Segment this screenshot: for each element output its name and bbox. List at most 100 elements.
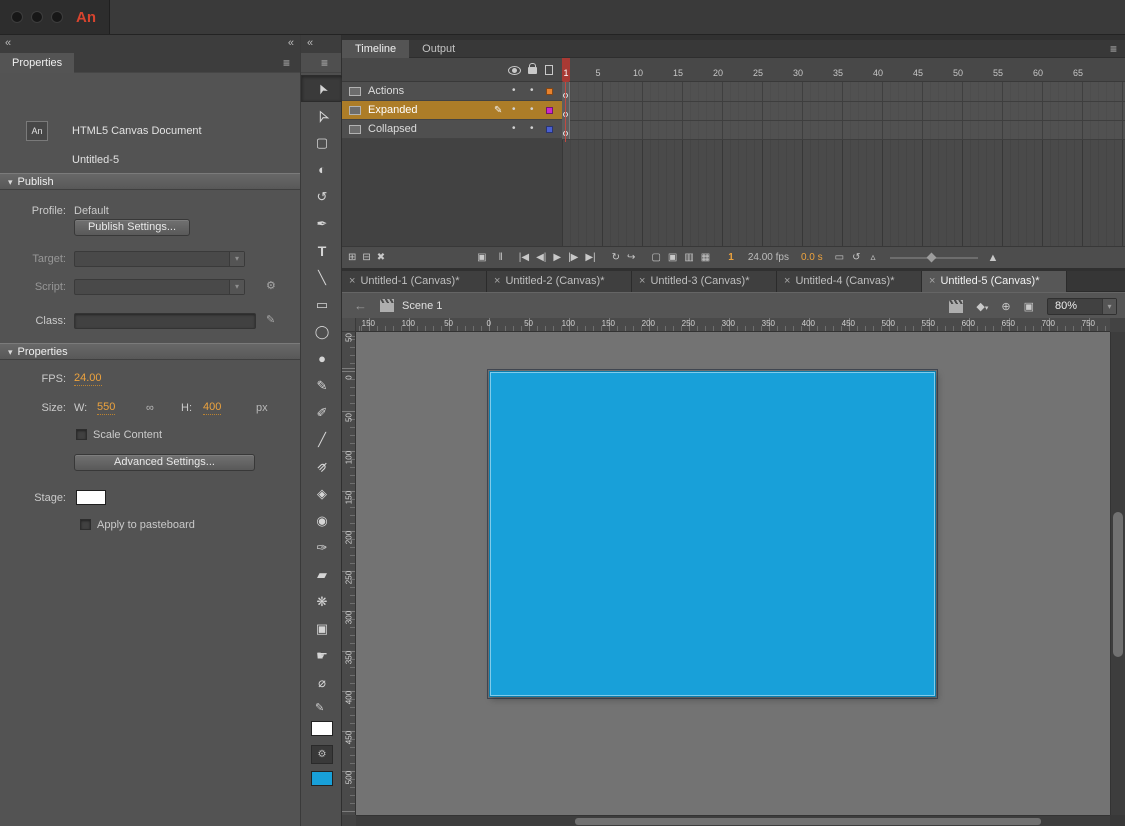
advanced-settings-button[interactable]: Advanced Settings... <box>74 454 255 471</box>
large-frame-size-icon[interactable]: ▲ <box>988 252 999 264</box>
rotation-3d-tool[interactable]: ◐ <box>301 156 343 183</box>
timeline-frame-grid[interactable] <box>562 82 1125 246</box>
vertical-scrollbar-thumb[interactable] <box>1113 512 1123 657</box>
document-tab[interactable]: ×Untitled-1 (Canvas)* <box>342 271 487 292</box>
outline-column-icon[interactable] <box>545 65 553 75</box>
empty-keyframe-cell[interactable] <box>562 82 570 101</box>
reset-timer-icon[interactable]: ↺ <box>852 252 860 263</box>
tab-timeline[interactable]: Timeline <box>342 40 409 58</box>
close-tab-icon[interactable]: × <box>784 275 790 287</box>
new-layer-icon[interactable]: ⊞ <box>348 252 356 263</box>
modify-markers-icon[interactable]: ▦ <box>701 252 710 263</box>
insert-pause-icon[interactable]: ‖ <box>499 252 503 263</box>
eraser-tool[interactable]: ▰ <box>301 561 343 588</box>
panel-menu-icon[interactable]: ≡ <box>321 56 328 70</box>
delete-layer-icon[interactable]: ✖ <box>377 252 385 263</box>
script-settings-wrench-icon[interactable]: ⚙ <box>266 279 276 292</box>
zoom-tool[interactable]: ⌀ <box>301 669 343 696</box>
collapse-panel-icon[interactable]: « <box>288 37 294 49</box>
oval-primitive-tool[interactable]: ● <box>301 345 343 372</box>
layer-lock-dot[interactable]: • <box>530 120 534 137</box>
time-display-icon[interactable]: ▭ <box>835 252 844 263</box>
edit-class-pencil-icon[interactable]: ✎ <box>266 313 275 326</box>
paint-bucket-tool[interactable]: ◈ <box>301 480 343 507</box>
close-window-button[interactable] <box>11 11 23 23</box>
zoom-window-button[interactable] <box>51 11 63 23</box>
edit-symbols-icon[interactable]: ◆▾ <box>976 300 988 313</box>
back-arrow-icon[interactable]: ← <box>354 298 367 313</box>
selection-tool[interactable]: ➤ <box>301 75 343 102</box>
zoom-level-select[interactable]: 80% ▾ <box>1047 298 1117 315</box>
document-tab[interactable]: ×Untitled-3 (Canvas)* <box>632 271 777 292</box>
lock-icon[interactable] <box>528 64 537 74</box>
empty-keyframe-cell[interactable] <box>562 101 570 120</box>
stroke-color-swatch[interactable] <box>311 721 333 736</box>
timeline-frame-header[interactable]: 15101520253035404550556065 <box>562 58 1125 82</box>
camera-tool[interactable]: ▣ <box>301 615 343 642</box>
height-value[interactable]: 400 <box>203 400 221 415</box>
edit-multiple-frames-icon[interactable]: ▥ <box>684 252 693 263</box>
properties-section-header[interactable]: ▾Properties <box>0 343 300 360</box>
eye-icon[interactable] <box>508 66 521 75</box>
layer-row-actions[interactable]: Actions•• <box>342 82 562 101</box>
onion-skin-outlines-icon[interactable]: ▣ <box>668 252 677 263</box>
center-stage-icon[interactable]: ⊕ <box>1001 300 1010 313</box>
subselection-tool[interactable]: ➤ <box>301 102 343 129</box>
edit-scene-icon[interactable] <box>949 304 963 313</box>
line-tool[interactable]: ╲ <box>301 264 343 291</box>
stage-color-swatch[interactable] <box>76 490 106 505</box>
collapse-panel-icon[interactable]: « <box>307 37 313 49</box>
panel-menu-icon[interactable]: ≡ <box>1110 42 1117 56</box>
go-first-frame-icon[interactable]: |◀ <box>519 252 529 263</box>
apply-to-pasteboard-checkbox[interactable] <box>80 519 91 530</box>
go-last-frame-icon[interactable]: ▶| <box>585 252 595 263</box>
color-options-button[interactable]: ⚙ <box>311 745 333 764</box>
empty-keyframe-cell[interactable] <box>562 120 570 139</box>
layer-outline-color-chip[interactable] <box>546 107 553 114</box>
free-transform-tool[interactable]: ▢ <box>301 129 343 156</box>
timeline-zoom-slider[interactable] <box>890 257 978 259</box>
close-tab-icon[interactable]: × <box>349 275 355 287</box>
close-tab-icon[interactable]: × <box>929 275 935 287</box>
eyedropper-tool[interactable]: ✑ <box>301 534 343 561</box>
camera-icon[interactable]: ▣ <box>477 252 486 263</box>
scene-name[interactable]: Scene 1 <box>402 293 442 319</box>
fps-value[interactable]: 24.00 <box>74 371 102 386</box>
document-tab[interactable]: ×Untitled-4 (Canvas)* <box>777 271 922 292</box>
timeline-zoom-thumb[interactable] <box>926 252 936 262</box>
layer-lock-dot[interactable]: • <box>530 82 534 99</box>
loop-icon[interactable]: ↻ <box>612 252 620 263</box>
layer-row-expanded[interactable]: Expanded✎•• <box>342 101 562 120</box>
horizontal-scrollbar-thumb[interactable] <box>575 818 1041 825</box>
tab-output[interactable]: Output <box>409 40 468 58</box>
layer-visibility-dot[interactable]: • <box>512 120 516 137</box>
stage[interactable] <box>489 371 936 697</box>
layer-row-collapsed[interactable]: Collapsed•• <box>342 120 562 139</box>
layer-outline-color-chip[interactable] <box>546 88 553 95</box>
play-icon[interactable]: ▶ <box>553 252 561 263</box>
document-tab[interactable]: ×Untitled-5 (Canvas)* <box>922 271 1067 292</box>
width-tool[interactable]: ╱ <box>301 426 343 453</box>
text-tool[interactable]: T <box>301 237 343 264</box>
pencil-tool[interactable]: ✎ <box>301 372 343 399</box>
close-tab-icon[interactable]: × <box>639 275 645 287</box>
hand-tool[interactable]: ☛ <box>301 642 343 669</box>
close-tab-icon[interactable]: × <box>494 275 500 287</box>
layer-visibility-dot[interactable]: • <box>512 101 516 118</box>
layer-visibility-dot[interactable]: • <box>512 82 516 99</box>
panel-menu-icon[interactable]: ≡ <box>283 56 290 70</box>
frame-rate-display[interactable]: 24.00 fps <box>748 252 789 263</box>
collapse-panel-icon[interactable]: « <box>5 37 11 49</box>
step-forward-icon[interactable]: |▶ <box>568 252 578 263</box>
publish-section-header[interactable]: ▾Publish <box>0 173 300 190</box>
bone-tool[interactable]: ⋔ <box>301 453 343 480</box>
script-select[interactable]: ▾ <box>74 279 245 295</box>
pasteboard[interactable] <box>356 332 1110 815</box>
tab-properties[interactable]: Properties <box>0 53 74 73</box>
minimize-window-button[interactable] <box>31 11 43 23</box>
onion-skin-icon[interactable]: ▢ <box>651 252 660 263</box>
lasso-tool[interactable]: ↺ <box>301 183 343 210</box>
pen-tool[interactable]: ✒ <box>301 210 343 237</box>
vertical-scrollbar[interactable] <box>1110 332 1125 815</box>
publish-settings-button[interactable]: Publish Settings... <box>74 219 190 236</box>
